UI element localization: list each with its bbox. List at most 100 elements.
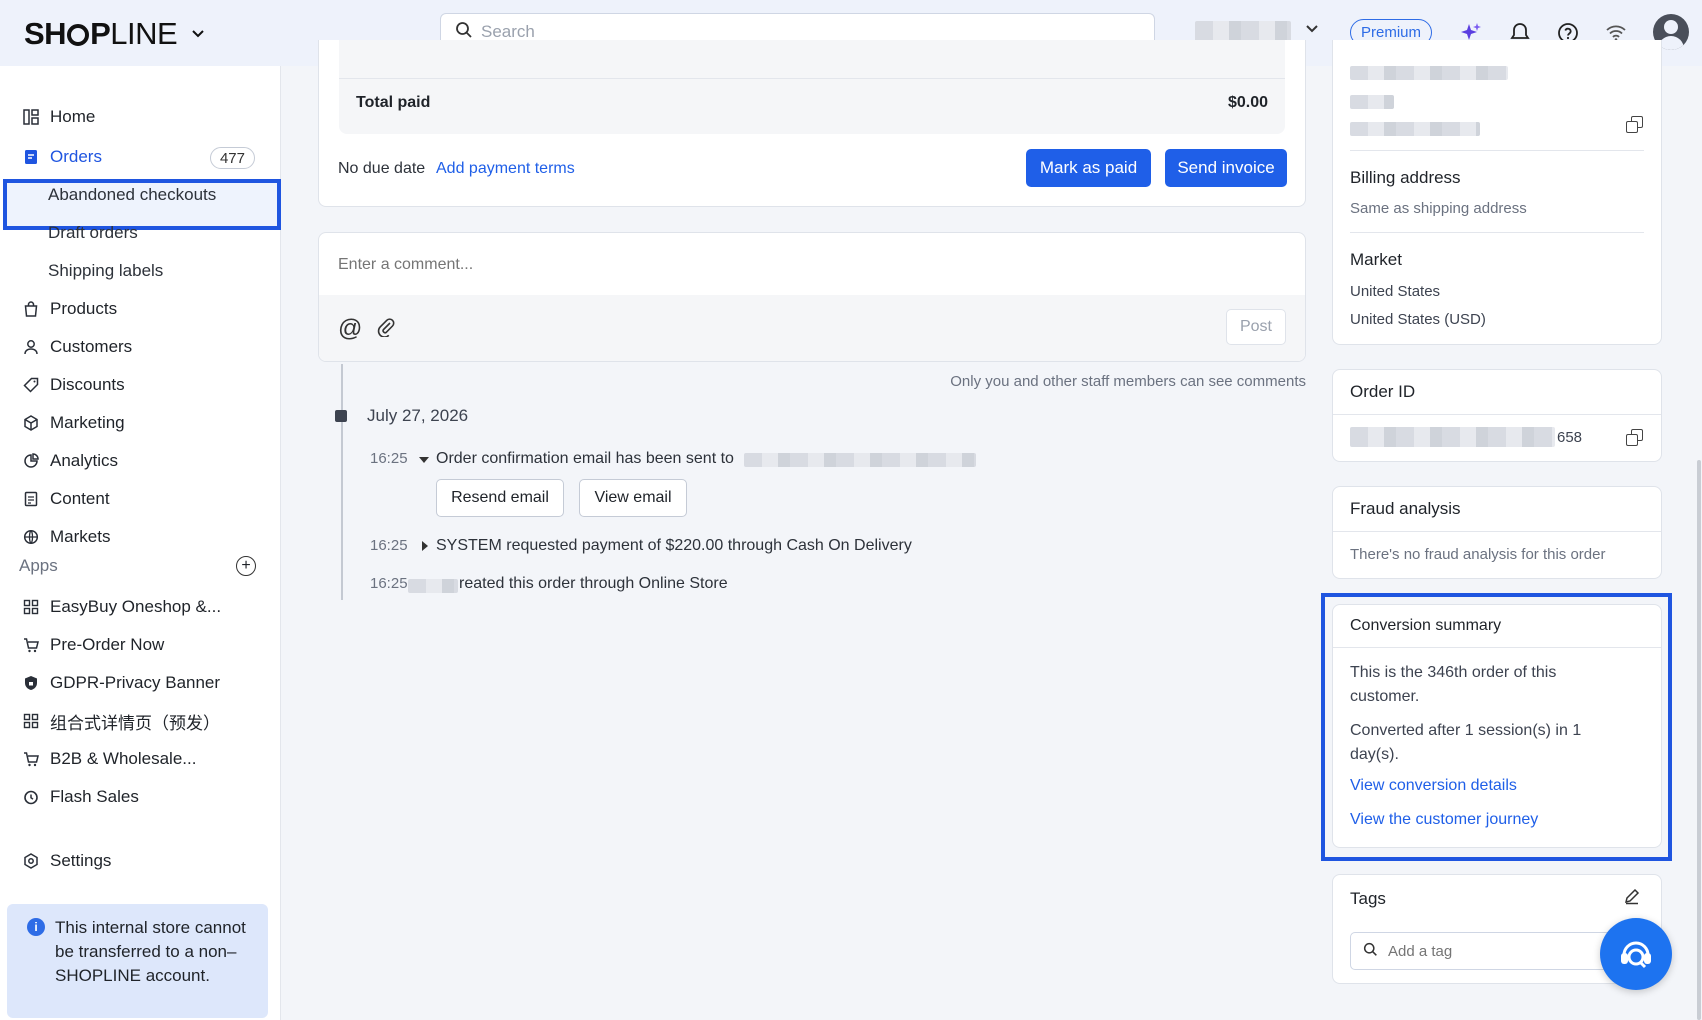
- document-icon: [22, 490, 40, 508]
- comment-box: @ Post: [318, 232, 1306, 362]
- app-item-label: Flash Sales: [50, 787, 139, 806]
- cart-icon: [22, 636, 40, 654]
- expand-caret-right-icon[interactable]: [420, 539, 430, 556]
- grid-icon: [22, 598, 40, 616]
- sidebar-item-label: Content: [50, 489, 110, 508]
- send-invoice-button[interactable]: Send invoice: [1165, 149, 1287, 187]
- app-item-label: GDPR-Privacy Banner: [50, 673, 221, 692]
- sidebar-item-label: Products: [50, 299, 118, 318]
- sidebar-item-discounts[interactable]: Discounts: [0, 366, 281, 404]
- edit-icon[interactable]: [1623, 887, 1641, 909]
- sidebar-item-label: Abandoned checkouts: [48, 185, 217, 204]
- sidebar-item-draft-orders[interactable]: Draft orders: [0, 214, 281, 252]
- home-icon: [22, 108, 40, 126]
- address-redacted: [1350, 66, 1508, 80]
- store-transfer-notice: i This internal store cannot be transfer…: [7, 904, 268, 1018]
- search-icon: [1363, 942, 1378, 961]
- market-title: Market: [1350, 250, 1402, 269]
- address-redacted: [1350, 122, 1480, 136]
- sidebar-item-products[interactable]: Products: [0, 290, 281, 328]
- gear-icon: [22, 852, 40, 870]
- app-item-label: Pre-Order Now: [50, 635, 165, 654]
- timeline-line: [341, 364, 343, 600]
- sidebar-item-orders[interactable]: Orders 477: [0, 138, 281, 176]
- app-item-b2b-wholesale[interactable]: B2B & Wholesale...: [0, 740, 281, 778]
- logo-text: SH P LINE: [24, 16, 178, 51]
- page-scrollbar[interactable]: [1697, 460, 1701, 1020]
- payment-card: Total paid $0.00 No due date Add payment…: [318, 40, 1306, 207]
- no-due-date-text: No due date: [338, 160, 426, 177]
- sidebar-item-analytics[interactable]: Analytics: [0, 442, 281, 480]
- bag-icon: [22, 300, 40, 318]
- expand-caret-down-icon[interactable]: [418, 452, 430, 469]
- apps-heading: Apps: [19, 556, 58, 575]
- chevron-down-icon[interactable]: [1305, 18, 1319, 39]
- timeline-event-order-created: reated this order through Online Store: [459, 575, 728, 592]
- view-email-button[interactable]: View email: [579, 479, 687, 517]
- sidebar-item-marketing[interactable]: Marketing: [0, 404, 281, 442]
- chevron-down-icon[interactable]: [191, 26, 205, 42]
- order-id-card: Order ID 658: [1332, 369, 1662, 462]
- post-button[interactable]: Post: [1226, 309, 1286, 345]
- app-item-easybuy[interactable]: EasyBuy Oneshop &...: [0, 588, 281, 626]
- sidebar-item-abandoned-checkouts[interactable]: Abandoned checkouts: [0, 176, 281, 214]
- market-line: United States: [1350, 283, 1441, 300]
- app-item-composite-detail-page[interactable]: 组合式详情页（预发）: [0, 702, 281, 740]
- tag-input[interactable]: [1388, 942, 1588, 960]
- billing-address-title: Billing address: [1350, 168, 1461, 187]
- comment-input[interactable]: [338, 251, 1238, 279]
- sidebar-item-shipping-labels[interactable]: Shipping labels: [0, 252, 281, 290]
- sidebar-item-home[interactable]: Home: [0, 98, 281, 136]
- attachment-icon[interactable]: [377, 317, 395, 341]
- grid-icon: [22, 712, 40, 730]
- mention-icon[interactable]: @: [338, 315, 362, 343]
- order-id-redacted: [1350, 427, 1555, 447]
- user-icon: [22, 338, 40, 356]
- add-app-icon[interactable]: +: [236, 556, 256, 576]
- sidebar-item-label: Customers: [50, 337, 133, 356]
- conversion-summary-highlight: [1321, 593, 1672, 861]
- timeline-event-email-sent: Order confirmation email has been sent t…: [436, 450, 734, 467]
- sidebar-item-markets[interactable]: Markets: [0, 518, 281, 556]
- order-id-suffix: 658: [1557, 429, 1583, 446]
- timeline-date: July 27, 2026: [367, 406, 469, 425]
- orders-icon: [22, 148, 40, 166]
- sidebar: Home Orders 477 Abandoned checkouts Draf…: [0, 66, 281, 1020]
- info-icon: i: [27, 918, 45, 936]
- total-paid-value: $0.00: [1227, 94, 1268, 111]
- shopline-logo[interactable]: SH P LINE: [24, 16, 205, 52]
- timeline-time: 16:25: [370, 575, 408, 592]
- app-item-label: EasyBuy Oneshop &...: [50, 597, 222, 616]
- sidebar-item-label: Discounts: [50, 375, 125, 394]
- timeline-date-marker: [335, 410, 347, 422]
- resend-email-button[interactable]: Resend email: [436, 479, 564, 517]
- sidebar-item-settings[interactable]: Settings: [0, 842, 281, 880]
- support-chat-icon[interactable]: [1600, 918, 1672, 990]
- market-line: United States (USD): [1350, 311, 1486, 328]
- copy-icon[interactable]: [1626, 116, 1643, 133]
- address-redacted: [1350, 95, 1394, 109]
- add-payment-terms-link[interactable]: Add payment terms: [436, 160, 575, 178]
- comment-visibility-note: Only you and other staff members can see…: [950, 373, 1306, 390]
- timeline-time: 16:25: [370, 450, 408, 467]
- copy-icon[interactable]: [1626, 429, 1643, 446]
- search-input[interactable]: [481, 22, 1081, 42]
- app-item-flash-sales[interactable]: Flash Sales: [0, 778, 281, 816]
- sidebar-item-content[interactable]: Content: [0, 480, 281, 518]
- order-id-title: Order ID: [1350, 382, 1416, 401]
- orders-count-badge: 477: [209, 147, 255, 169]
- fraud-analysis-text: There's no fraud analysis for this order: [1350, 546, 1606, 563]
- sidebar-item-label: Orders: [50, 147, 102, 166]
- cart-icon: [22, 750, 40, 768]
- app-item-pre-order-now[interactable]: Pre-Order Now: [0, 626, 281, 664]
- sidebar-item-customers[interactable]: Customers: [0, 328, 281, 366]
- email-redacted: [744, 453, 976, 467]
- sidebar-item-label: Marketing: [50, 413, 125, 432]
- app-item-label: B2B & Wholesale...: [50, 749, 197, 768]
- app-item-gdpr-privacy-banner[interactable]: GDPR-Privacy Banner: [0, 664, 281, 702]
- tags-title: Tags: [1350, 889, 1386, 908]
- sidebar-item-label: Analytics: [50, 451, 119, 470]
- app-item-label: 组合式详情页（预发）: [50, 713, 220, 733]
- tag-icon: [22, 376, 40, 394]
- mark-as-paid-button[interactable]: Mark as paid: [1026, 149, 1151, 187]
